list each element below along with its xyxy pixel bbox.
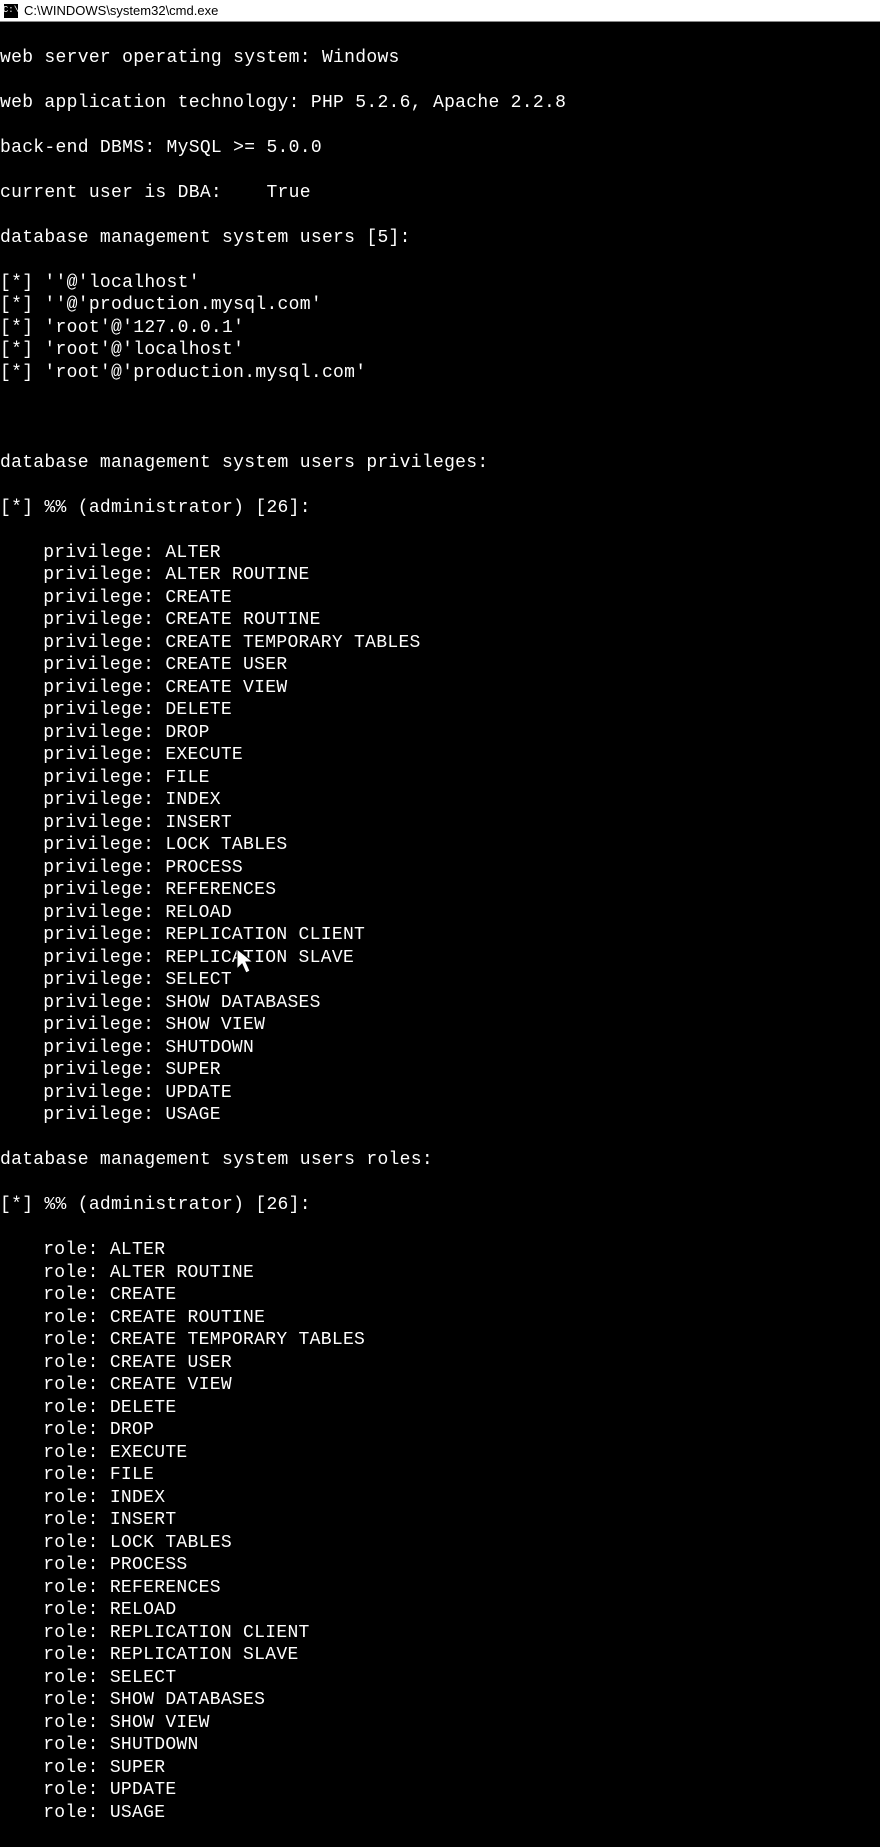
user-entry: [*] 'root'@'127.0.0.1' (0, 317, 880, 340)
role-entry: role: CREATE USER (0, 1352, 880, 1375)
role-entry: role: REPLICATION SLAVE (0, 1644, 880, 1667)
role-entry: role: FILE (0, 1464, 880, 1487)
role-entry: role: EXECUTE (0, 1442, 880, 1465)
role-entry: role: INSERT (0, 1509, 880, 1532)
privileges-list: privilege: ALTERprivilege: ALTER ROUTINE… (0, 542, 880, 1127)
privilege-entry: privilege: EXECUTE (0, 744, 880, 767)
privileges-user-line: [*] %% (administrator) [26]: (0, 497, 880, 520)
role-entry: role: DROP (0, 1419, 880, 1442)
privilege-entry: privilege: INDEX (0, 789, 880, 812)
privilege-entry: privilege: CREATE VIEW (0, 677, 880, 700)
role-entry: role: SUPER (0, 1757, 880, 1780)
role-entry: role: CREATE (0, 1284, 880, 1307)
privilege-entry: privilege: CREATE USER (0, 654, 880, 677)
privilege-entry: privilege: SUPER (0, 1059, 880, 1082)
privilege-entry: privilege: CREATE ROUTINE (0, 609, 880, 632)
privilege-entry: privilege: UPDATE (0, 1082, 880, 1105)
privilege-entry: privilege: RELOAD (0, 902, 880, 925)
role-entry: role: REPLICATION CLIENT (0, 1622, 880, 1645)
privilege-entry: privilege: INSERT (0, 812, 880, 835)
users-heading: database management system users [5]: (0, 227, 880, 250)
window-titlebar[interactable]: C:\ C:\WINDOWS\system32\cmd.exe (0, 0, 880, 22)
privilege-entry: privilege: REFERENCES (0, 879, 880, 902)
privilege-entry: privilege: ALTER ROUTINE (0, 564, 880, 587)
role-entry: role: ALTER (0, 1239, 880, 1262)
role-entry: role: REFERENCES (0, 1577, 880, 1600)
roles-user-line: [*] %% (administrator) [26]: (0, 1194, 880, 1217)
privilege-entry: privilege: CREATE TEMPORARY TABLES (0, 632, 880, 655)
role-entry: role: CREATE TEMPORARY TABLES (0, 1329, 880, 1352)
role-entry: role: LOCK TABLES (0, 1532, 880, 1555)
terminal-output: web server operating system: Windows web… (0, 22, 880, 1847)
privilege-entry: privilege: LOCK TABLES (0, 834, 880, 857)
privilege-entry: privilege: ALTER (0, 542, 880, 565)
privilege-entry: privilege: DROP (0, 722, 880, 745)
roles-heading: database management system users roles: (0, 1149, 880, 1172)
role-entry: role: UPDATE (0, 1779, 880, 1802)
privilege-entry: privilege: REPLICATION SLAVE (0, 947, 880, 970)
privilege-entry: privilege: USAGE (0, 1104, 880, 1127)
privilege-entry: privilege: PROCESS (0, 857, 880, 880)
user-entry: [*] ''@'localhost' (0, 272, 880, 295)
os-line: web server operating system: Windows (0, 47, 880, 70)
role-entry: role: SHOW DATABASES (0, 1689, 880, 1712)
dbms-line: back-end DBMS: MySQL >= 5.0.0 (0, 137, 880, 160)
window-title: C:\WINDOWS\system32\cmd.exe (24, 3, 218, 18)
role-entry: role: INDEX (0, 1487, 880, 1510)
role-entry: role: PROCESS (0, 1554, 880, 1577)
user-entry: [*] 'root'@'production.mysql.com' (0, 362, 880, 385)
role-entry: role: DELETE (0, 1397, 880, 1420)
privilege-entry: privilege: SHOW VIEW (0, 1014, 880, 1037)
role-entry: role: USAGE (0, 1802, 880, 1825)
privilege-entry: privilege: REPLICATION CLIENT (0, 924, 880, 947)
users-list: [*] ''@'localhost'[*] ''@'production.mys… (0, 272, 880, 385)
user-entry: [*] ''@'production.mysql.com' (0, 294, 880, 317)
privilege-entry: privilege: SELECT (0, 969, 880, 992)
privileges-heading: database management system users privile… (0, 452, 880, 475)
role-entry: role: SELECT (0, 1667, 880, 1690)
privilege-entry: privilege: FILE (0, 767, 880, 790)
privilege-entry: privilege: DELETE (0, 699, 880, 722)
roles-list: role: ALTERrole: ALTER ROUTINErole: CREA… (0, 1239, 880, 1824)
user-entry: [*] 'root'@'localhost' (0, 339, 880, 362)
role-entry: role: CREATE VIEW (0, 1374, 880, 1397)
privilege-entry: privilege: CREATE (0, 587, 880, 610)
role-entry: role: RELOAD (0, 1599, 880, 1622)
privilege-entry: privilege: SHUTDOWN (0, 1037, 880, 1060)
role-entry: role: SHUTDOWN (0, 1734, 880, 1757)
role-entry: role: ALTER ROUTINE (0, 1262, 880, 1285)
cmd-icon: C:\ (4, 4, 18, 18)
privilege-entry: privilege: SHOW DATABASES (0, 992, 880, 1015)
dba-line: current user is DBA: True (0, 182, 880, 205)
tech-line: web application technology: PHP 5.2.6, A… (0, 92, 880, 115)
blank-line (0, 407, 880, 430)
role-entry: role: SHOW VIEW (0, 1712, 880, 1735)
role-entry: role: CREATE ROUTINE (0, 1307, 880, 1330)
